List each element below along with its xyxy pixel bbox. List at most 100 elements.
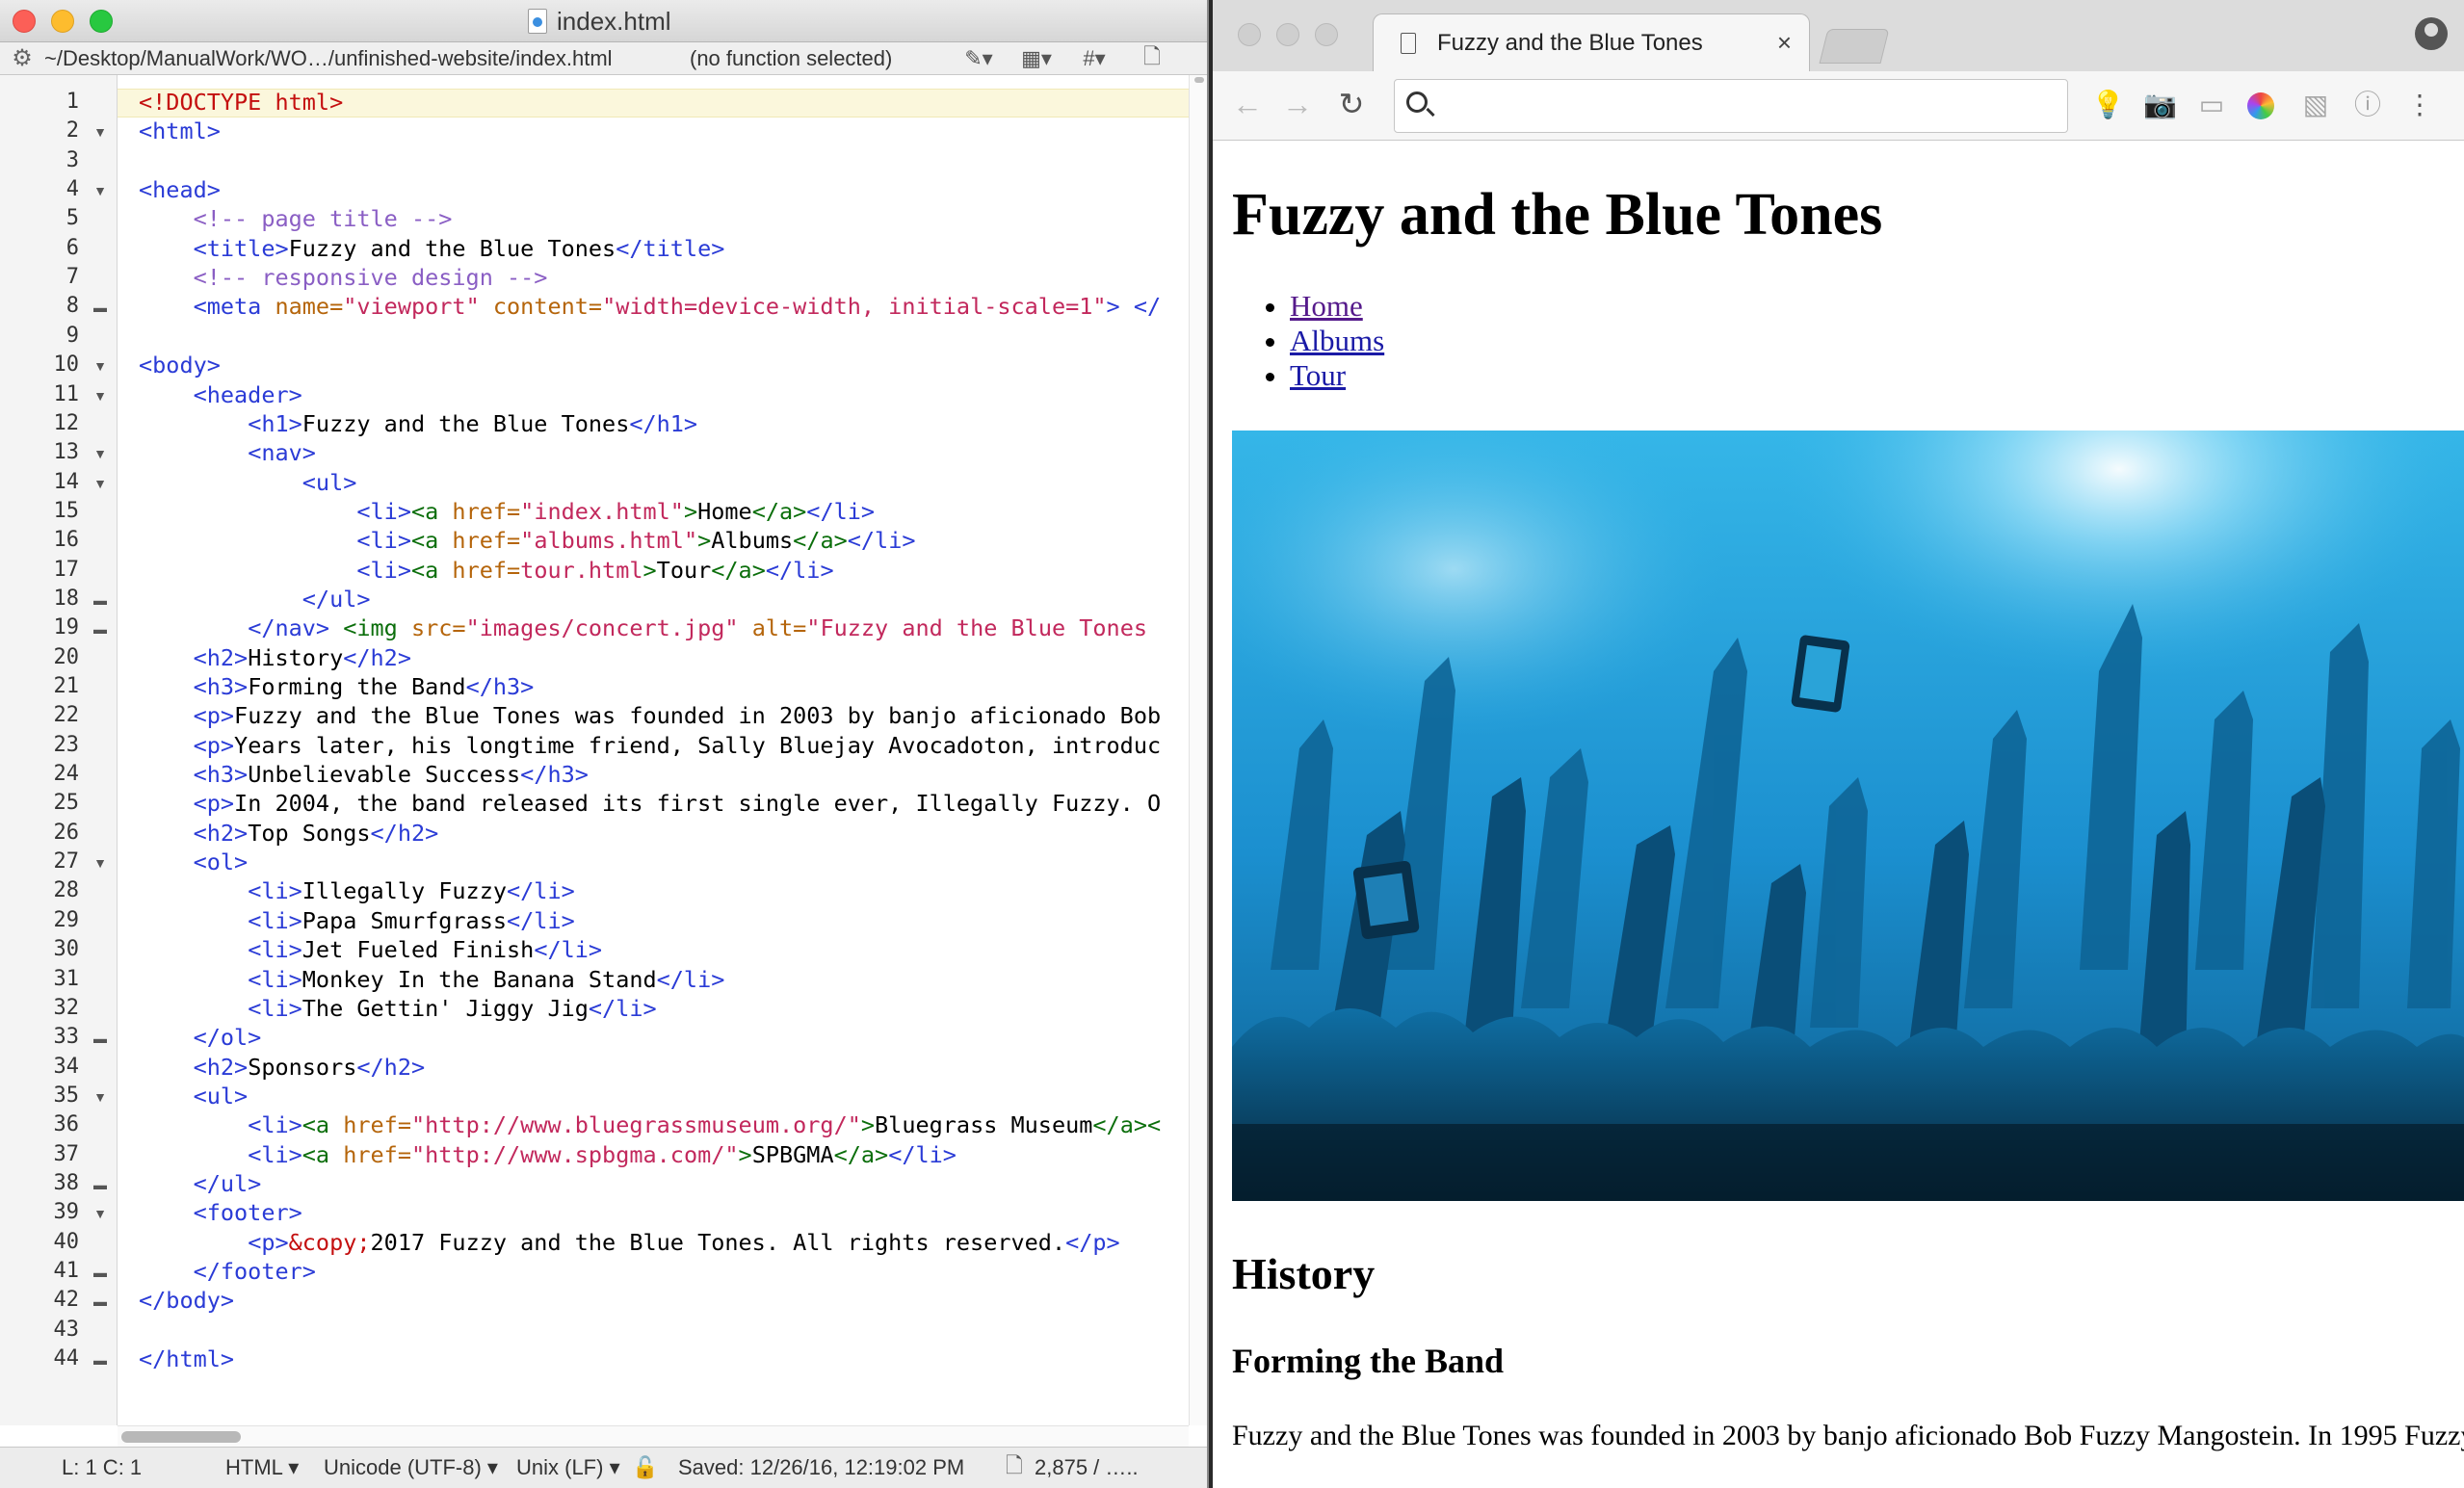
hash-menu-icon[interactable]: #▾ — [1065, 46, 1123, 71]
fold-triangle-icon[interactable]: ▼ — [92, 855, 108, 871]
code-line[interactable]: </html> — [139, 1344, 234, 1373]
code-line[interactable]: <body> — [139, 351, 221, 379]
code-line[interactable]: <h2>History</h2> — [139, 643, 411, 672]
fold-end-icon[interactable]: ▬ — [92, 300, 108, 315]
browser-tab[interactable]: Fuzzy and the Blue Tones × — [1373, 13, 1810, 71]
function-popup[interactable]: (no function selected) — [690, 46, 950, 71]
code-editor[interactable]: <!DOCTYPE html> <html> <head> <!-- page ti… — [118, 75, 1189, 1425]
code-line[interactable]: <li><a href="http://www.spbgma.com/">SPB… — [139, 1140, 957, 1169]
code-line[interactable]: <p>In 2004, the band released its first … — [139, 789, 1162, 818]
code-line[interactable]: <!-- page title --> — [139, 204, 453, 233]
code-line[interactable]: <title>Fuzzy and the Blue Tones</title> — [139, 234, 725, 263]
code-line[interactable]: </footer> — [139, 1257, 316, 1286]
clippings-icon[interactable]: ▦▾ — [1008, 46, 1065, 71]
fold-end-icon[interactable]: ▬ — [92, 1352, 108, 1368]
code-line[interactable]: <li>Papa Smurfgrass</li> — [139, 906, 575, 935]
fold-end-icon[interactable]: ▬ — [92, 1293, 108, 1309]
camera-extension-icon[interactable]: 📷 — [2143, 89, 2177, 121]
fold-end-icon[interactable]: ▬ — [92, 1031, 108, 1046]
code-line[interactable]: <ul> — [139, 1082, 249, 1110]
color-picker-extension-icon[interactable] — [2247, 92, 2274, 119]
code-line[interactable]: <footer> — [139, 1198, 302, 1227]
fold-triangle-icon[interactable]: ▼ — [92, 1206, 108, 1221]
code-line[interactable]: </ul> — [139, 1169, 262, 1198]
code-line[interactable]: <!DOCTYPE html> — [139, 88, 343, 117]
code-line[interactable]: <h1>Fuzzy and the Blue Tones</h1> — [139, 409, 697, 438]
cursor-position[interactable]: L: 1 C: 1 — [62, 1455, 225, 1480]
nav-link-tour[interactable]: Tour — [1290, 358, 1346, 392]
document-icon[interactable]: 🗋 — [1123, 40, 1181, 77]
lightbulb-extension-icon[interactable]: 💡 — [2091, 89, 2125, 121]
fold-triangle-icon[interactable]: ▼ — [92, 183, 108, 198]
close-window-button[interactable] — [13, 10, 36, 33]
zoom-window-button[interactable] — [90, 10, 113, 33]
code-line[interactable]: <li><a href="albums.html">Albums</a></li… — [139, 526, 915, 555]
encoding-popup[interactable]: Unicode (UTF-8) ▾ — [324, 1455, 516, 1480]
minimize-window-button[interactable] — [1276, 23, 1299, 46]
code-line[interactable]: <li>Illegally Fuzzy</li> — [139, 876, 575, 905]
new-tab-button[interactable] — [1819, 29, 1890, 64]
reload-icon[interactable]: ↻ — [1332, 85, 1371, 123]
blocked-extension-icon[interactable]: ▧ — [2299, 89, 2332, 121]
code-line[interactable]: <meta name="viewport" content="width=dev… — [139, 292, 1162, 321]
language-popup[interactable]: HTML ▾ — [225, 1455, 324, 1480]
horizontal-scroll-thumb[interactable] — [121, 1431, 241, 1443]
vertical-scroll-thumb[interactable] — [1194, 77, 1204, 83]
code-line[interactable]: <li>Jet Fueled Finish</li> — [139, 935, 602, 964]
nav-link-home[interactable]: Home — [1290, 289, 1363, 323]
code-line[interactable]: <header> — [139, 380, 302, 409]
code-line[interactable]: <h3>Unbelievable Success</h3> — [139, 760, 589, 789]
code-line[interactable]: <h3>Forming the Band</h3> — [139, 672, 535, 701]
fold-end-icon[interactable]: ▬ — [92, 1177, 108, 1192]
code-line[interactable]: <li>The Gettin' Jiggy Jig</li> — [139, 994, 656, 1023]
close-window-button[interactable] — [1238, 23, 1261, 46]
vertical-scrollbar[interactable] — [1189, 75, 1207, 1425]
markup-tool-icon[interactable]: ✎▾ — [950, 46, 1008, 71]
menu-kebab-icon[interactable]: ⋮ — [2403, 89, 2436, 121]
info-extension-icon[interactable]: ⓘ — [2351, 89, 2384, 121]
code-line[interactable]: <li><a href="http://www.bluegrassmuseum.… — [139, 1110, 1161, 1139]
back-arrow-icon[interactable]: ← — [1228, 85, 1267, 123]
file-path-popup[interactable]: ~/Desktop/ManualWork/WO…/unfinished-webs… — [44, 46, 690, 71]
fold-end-icon[interactable]: ▬ — [92, 592, 108, 608]
minimize-window-button[interactable] — [51, 10, 74, 33]
fold-end-icon[interactable]: ▬ — [92, 621, 108, 637]
code-line[interactable]: <h2>Top Songs</h2> — [139, 819, 439, 848]
screen-extension-icon[interactable]: ▭ — [2195, 89, 2228, 121]
code-line[interactable]: <nav> — [139, 438, 316, 467]
fold-triangle-icon[interactable]: ▼ — [92, 446, 108, 461]
lock-icon[interactable]: 🔓 — [632, 1455, 678, 1480]
code-line[interactable]: <ul> — [139, 468, 357, 497]
address-bar[interactable] — [1394, 79, 2068, 133]
code-line[interactable]: <ol> — [139, 848, 249, 876]
code-line[interactable]: <!-- responsive design --> — [139, 263, 548, 292]
code-line[interactable]: <p>Fuzzy and the Blue Tones was founded … — [139, 701, 1162, 730]
line-endings-popup[interactable]: Unix (LF) ▾ — [516, 1455, 632, 1480]
fold-triangle-icon[interactable]: ▼ — [92, 124, 108, 140]
code-line[interactable]: <h2>Sponsors</h2> — [139, 1053, 426, 1082]
fold-triangle-icon[interactable]: ▼ — [92, 388, 108, 404]
fold-triangle-icon[interactable]: ▼ — [92, 1089, 108, 1105]
fold-end-icon[interactable]: ▬ — [92, 1265, 108, 1280]
nav-link-albums[interactable]: Albums — [1290, 324, 1384, 357]
code-line[interactable]: <p>Years later, his longtime friend, Sal… — [139, 731, 1162, 760]
code-line[interactable]: </body> — [139, 1286, 234, 1315]
zoom-window-button[interactable] — [1315, 23, 1338, 46]
code-line[interactable]: <html> — [139, 117, 221, 145]
code-line[interactable]: </ol> — [139, 1023, 262, 1052]
gear-icon[interactable]: ⚙ — [0, 44, 44, 72]
code-line[interactable]: <li><a href="index.html">Home</a></li> — [139, 497, 875, 526]
fold-triangle-icon[interactable]: ▼ — [92, 358, 108, 374]
close-tab-icon[interactable]: × — [1777, 28, 1792, 58]
code-line[interactable]: <head> — [139, 175, 221, 204]
horizontal-scrollbar[interactable] — [118, 1425, 1189, 1447]
code-line[interactable]: </nav> <img src="images/concert.jpg" alt… — [139, 613, 1147, 642]
profile-icon[interactable] — [2415, 17, 2448, 50]
code-line[interactable]: <p>&copy;2017 Fuzzy and the Blue Tones. … — [139, 1228, 1120, 1257]
document-size[interactable]: 2,875 / ….. — [1035, 1455, 1139, 1480]
fold-triangle-icon[interactable]: ▼ — [92, 476, 108, 491]
code-line[interactable]: <li><a href=tour.html>Tour</a></li> — [139, 556, 833, 585]
code-line[interactable]: </ul> — [139, 585, 371, 613]
forward-arrow-icon[interactable]: → — [1278, 85, 1317, 123]
code-line[interactable]: <li>Monkey In the Banana Stand</li> — [139, 965, 724, 994]
